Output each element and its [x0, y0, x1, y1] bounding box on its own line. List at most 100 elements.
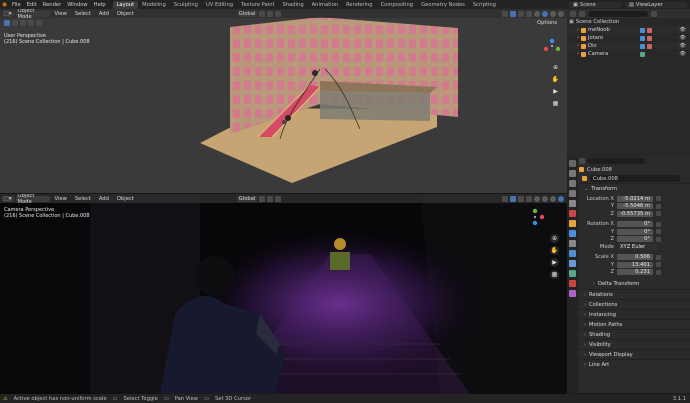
rotation-y-field[interactable]: 0°: [617, 228, 653, 235]
constraints-tab-icon[interactable]: [569, 260, 576, 267]
menu-file[interactable]: File: [9, 2, 24, 8]
navigation-gizmo-top[interactable]: [541, 35, 563, 57]
relations-panel-header[interactable]: › Relations: [579, 289, 690, 299]
editor-type-button-bottom[interactable]: ⬚▾: [2, 195, 14, 202]
rotation-z-field[interactable]: 0°: [617, 236, 653, 243]
select-intersect-icon[interactable]: [36, 20, 42, 26]
overlay-icon-bottom[interactable]: [518, 195, 524, 202]
particles-tab-icon[interactable]: [569, 240, 576, 247]
tab-uv-editing[interactable]: UV Editing: [202, 1, 237, 9]
tab-scripting[interactable]: Scripting: [469, 1, 500, 9]
gizmo-icon-bottom[interactable]: [510, 195, 516, 202]
select-box-icon[interactable]: [4, 20, 10, 26]
viewport-display-panel-header[interactable]: › Viewport Display: [579, 349, 690, 359]
grid-view-icon-bottom[interactable]: ▦: [550, 270, 559, 279]
outliner-row-root[interactable]: ▣ Scene Collection: [567, 18, 690, 26]
lock-icon[interactable]: [656, 254, 661, 260]
tab-rendering[interactable]: Rendering: [342, 1, 377, 9]
menu-add-bottom[interactable]: Add: [96, 196, 112, 202]
scale-x-field[interactable]: 0.506: [617, 254, 653, 261]
snap-icon-bottom[interactable]: [267, 195, 274, 202]
menu-window[interactable]: Window: [64, 2, 90, 8]
menu-view[interactable]: View: [52, 11, 70, 17]
tab-sculpting[interactable]: Sculpting: [170, 1, 202, 9]
pan-hand-icon[interactable]: ✋: [551, 75, 560, 84]
tab-compositing[interactable]: Compositing: [377, 1, 418, 9]
lock-icon[interactable]: [656, 229, 661, 235]
outliner-row[interactable]: › Camera 👁: [567, 50, 690, 58]
lock-icon[interactable]: [656, 196, 661, 202]
view-layer-tab-icon[interactable]: [569, 190, 576, 197]
blender-logo-icon[interactable]: ◉: [0, 0, 9, 9]
location-x-field[interactable]: -5.0214 m: [617, 195, 653, 202]
pivot-icon[interactable]: [259, 10, 266, 17]
camera-view-icon[interactable]: ▶: [551, 87, 560, 96]
motion-paths-panel-header[interactable]: › Motion Paths: [579, 319, 690, 329]
scale-z-field[interactable]: 0.231: [617, 269, 653, 276]
menu-add[interactable]: Add: [96, 11, 112, 17]
tab-geometry-nodes[interactable]: Geometry Nodes: [417, 1, 469, 9]
expand-chevron-icon[interactable]: ›: [577, 27, 579, 33]
collections-panel-header[interactable]: › Collections: [579, 299, 690, 309]
visibility-panel-header[interactable]: › Visibility: [579, 339, 690, 349]
navigation-gizmo-bottom[interactable]: [524, 206, 546, 228]
scene-tab-icon[interactable]: [569, 200, 576, 207]
expand-chevron-icon[interactable]: ›: [577, 51, 579, 57]
rotation-mode-dropdown[interactable]: XYZ Euler: [617, 243, 657, 250]
physics-tab-icon[interactable]: [569, 250, 576, 257]
pivot-icon-bottom[interactable]: [259, 195, 266, 202]
select-subtract-icon[interactable]: [20, 20, 26, 26]
lock-icon[interactable]: [656, 269, 661, 275]
visibility-eye-icon[interactable]: 👁: [679, 27, 686, 33]
menu-view-bottom[interactable]: View: [52, 196, 70, 202]
modifier-tab-icon[interactable]: [569, 230, 576, 237]
properties-search-input[interactable]: [587, 158, 645, 164]
properties-editor-icon[interactable]: [579, 158, 585, 164]
material-tab-icon[interactable]: [569, 280, 576, 287]
visibility-icon-bottom[interactable]: [502, 195, 508, 202]
location-z-field[interactable]: -0.55735 m: [617, 210, 653, 217]
tab-animation[interactable]: Animation: [308, 1, 342, 9]
outliner-row[interactable]: › Dio 👁: [567, 42, 690, 50]
scale-y-field[interactable]: 13.401: [617, 261, 653, 268]
expand-chevron-icon[interactable]: ›: [577, 35, 579, 41]
select-invert-icon[interactable]: [28, 20, 34, 26]
object-name-field[interactable]: Cube.008: [590, 175, 680, 182]
tab-texture-paint[interactable]: Texture Paint: [237, 1, 278, 9]
outliner-search-input[interactable]: [588, 10, 648, 17]
mode-dropdown-bottom[interactable]: Object Mode: [15, 194, 50, 205]
outliner-row[interactable]: › meNoob 👁: [567, 26, 690, 34]
visibility-icon[interactable]: [502, 10, 508, 17]
tab-shading[interactable]: Shading: [279, 1, 308, 9]
gizmo-icon[interactable]: [510, 10, 516, 17]
proportional-icon-bottom[interactable]: [275, 195, 282, 202]
menu-select[interactable]: Select: [72, 11, 94, 17]
instancing-panel-header[interactable]: › Instancing: [579, 309, 690, 319]
viewport-top[interactable]: ⬚▾ Object Mode View Select Add Object Gl…: [0, 9, 567, 193]
tab-layout[interactable]: Layout: [112, 0, 139, 9]
shading-panel-header[interactable]: › Shading: [579, 329, 690, 339]
outliner-display-mode-icon[interactable]: [579, 10, 585, 17]
pan-hand-icon-bottom[interactable]: ✋: [550, 246, 559, 255]
shading-wireframe-icon[interactable]: [534, 10, 540, 17]
delta-transform-panel-header[interactable]: › Delta Transform: [579, 279, 690, 289]
shading-rendered-icon[interactable]: [558, 10, 564, 17]
transform-orientation-dropdown[interactable]: Global: [236, 10, 258, 17]
line-art-panel-header[interactable]: › Line Art: [579, 359, 690, 369]
visibility-eye-icon[interactable]: 👁: [679, 35, 686, 41]
select-extend-icon[interactable]: [12, 20, 18, 26]
shading-wireframe-icon-bottom[interactable]: [534, 195, 540, 202]
menu-object[interactable]: Object: [114, 11, 137, 17]
shading-solid-icon-bottom[interactable]: [542, 195, 548, 202]
menu-edit[interactable]: Edit: [24, 2, 40, 8]
expand-chevron-icon[interactable]: ›: [577, 43, 579, 49]
shading-material-icon-bottom[interactable]: [550, 195, 556, 202]
lock-icon[interactable]: [656, 262, 661, 268]
proportional-icon[interactable]: [275, 10, 282, 17]
xray-icon-bottom[interactable]: [526, 195, 532, 202]
outliner-editor-icon[interactable]: [570, 10, 576, 17]
lock-icon[interactable]: [656, 211, 661, 217]
viewport-bottom[interactable]: ⬚▾ Object Mode View Select Add Object Gl…: [0, 194, 567, 394]
filter-icon[interactable]: [651, 10, 657, 17]
view-layer-selector[interactable]: ▤ ViewLayer: [625, 1, 687, 8]
